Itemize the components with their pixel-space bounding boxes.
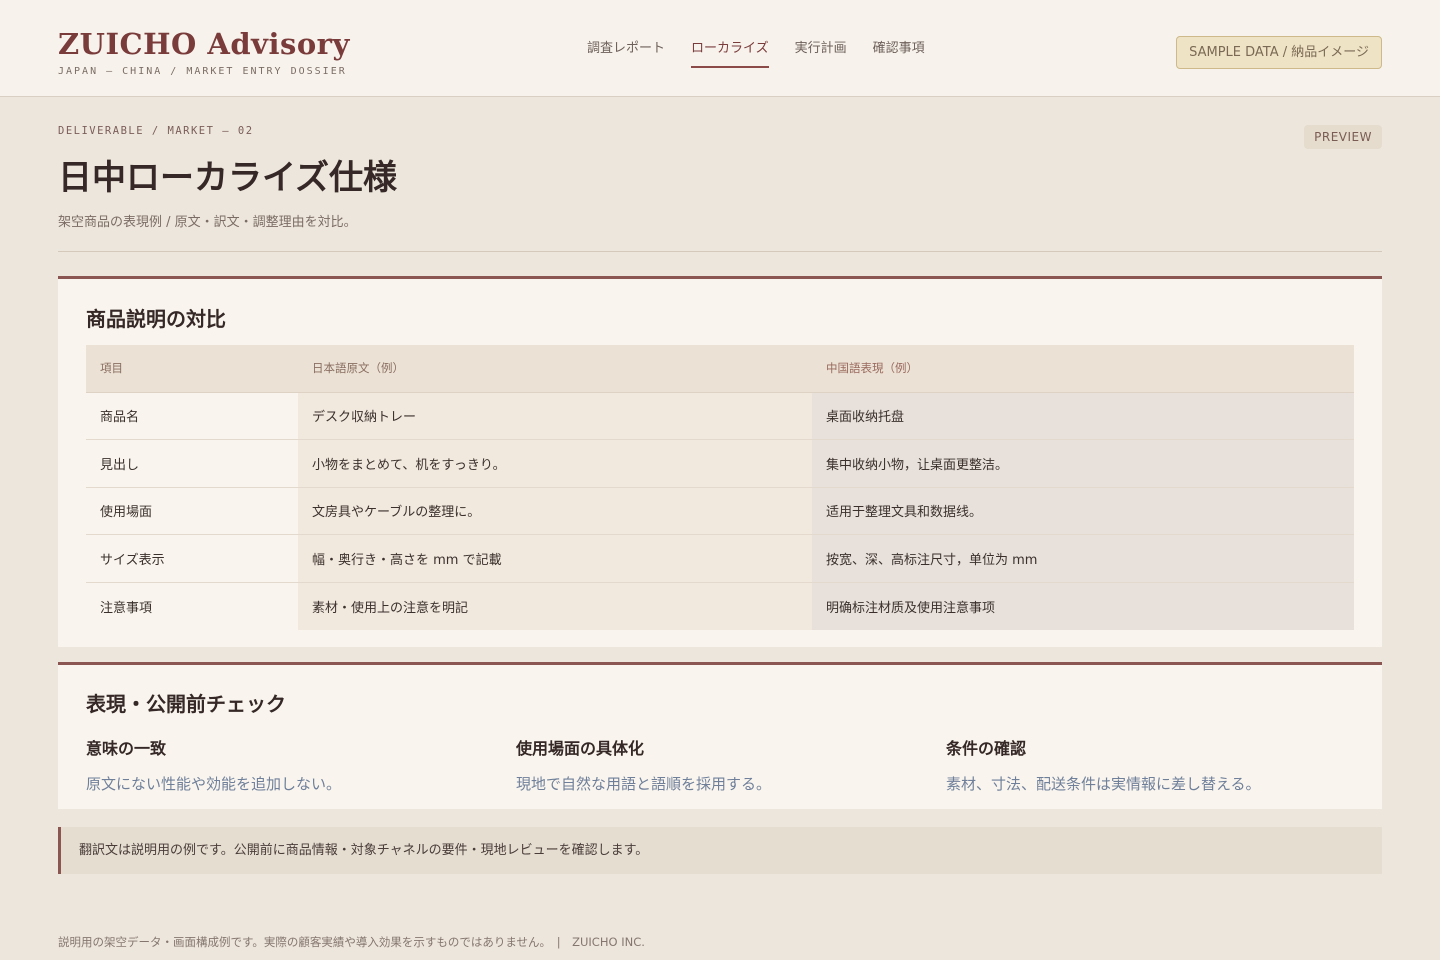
nav-item-research-report[interactable]: 調査レポート — [587, 37, 665, 68]
cell-item: 商品名 — [86, 392, 298, 440]
column-header-item: 項目 — [86, 345, 298, 393]
main-nav: 調査レポート ローカライズ 実行計画 確認事項 — [587, 37, 925, 68]
check-item-text: 素材、寸法、配送条件は実情報に差し替える。 — [946, 775, 1261, 793]
cell-chinese: 适用于整理文具和数据线。 — [812, 487, 1354, 535]
cell-item: 見出し — [86, 439, 298, 488]
check-item-text: 原文にない性能や効能を追加しない。 — [86, 775, 342, 793]
breadcrumb: DELIVERABLE / MARKET — 02 — [58, 125, 254, 137]
cell-japanese: デスク収納トレー — [298, 392, 812, 440]
preview-badge: PREVIEW — [1304, 125, 1382, 149]
table-row: 使用場面 文房具やケーブルの整理に。 适用于整理文具和数据线。 — [86, 487, 1354, 535]
check-card-title: 表現・公開前チェック — [86, 692, 286, 716]
cell-japanese: 素材・使用上の注意を明記 — [298, 582, 812, 630]
brand[interactable]: ZUICHO Advisory JAPAN — CHINA / MARKET E… — [58, 26, 350, 77]
top-header: ZUICHO Advisory JAPAN — CHINA / MARKET E… — [0, 0, 1440, 97]
table-row: サイズ表示 幅・奥行き・高さを mm で記載 按宽、深、高标注尺寸，单位为 mm — [86, 534, 1354, 583]
table-header-row: 項目 日本語原文（例） 中国語表現（例） — [86, 345, 1354, 393]
check-item: 使用場面の具体化 現地で自然な用語と語順を採用する。 — [516, 735, 916, 794]
cell-chinese: 明确标注材质及使用注意事项 — [812, 582, 1354, 630]
check-item-title: 条件の確認 — [946, 739, 1027, 758]
check-item-text: 現地で自然な用語と語順を採用する。 — [516, 775, 772, 793]
brand-name[interactable]: ZUICHO Advisory — [58, 26, 350, 62]
page-title: 日中ローカライズ仕様 — [58, 158, 397, 198]
page-subtitle: 架空商品の表現例 / 原文・訳文・調整理由を対比。 — [58, 215, 357, 230]
check-item-title: 使用場面の具体化 — [516, 739, 645, 758]
check-item-title: 意味の一致 — [86, 739, 167, 758]
cell-japanese: 文房具やケーブルの整理に。 — [298, 487, 812, 535]
check-item: 条件の確認 素材、寸法、配送条件は実情報に差し替える。 — [946, 735, 1346, 794]
sample-data-badge: SAMPLE DATA / 納品イメージ — [1176, 36, 1382, 69]
pre-publish-check-card: 表現・公開前チェック 意味の一致 原文にない性能や効能を追加しない。 使用場面の… — [58, 662, 1382, 809]
cell-chinese: 桌面收纳托盘 — [812, 392, 1354, 440]
table-row: 見出し 小物をまとめて、机をすっきり。 集中收纳小物，让桌面更整洁。 — [86, 439, 1354, 488]
column-header-japanese: 日本語原文（例） — [298, 345, 812, 393]
cell-japanese: 小物をまとめて、机をすっきり。 — [298, 439, 812, 488]
comparison-card-title: 商品説明の対比 — [86, 307, 226, 331]
nav-item-localize[interactable]: ローカライズ — [691, 37, 769, 68]
cell-chinese: 按宽、深、高标注尺寸，单位为 mm — [812, 534, 1354, 583]
nav-item-execution-plan[interactable]: 実行計画 — [795, 37, 847, 68]
table-row: 商品名 デスク収納トレー 桌面收纳托盘 — [86, 392, 1354, 440]
footer: 説明用の架空データ・画面構成例です。実際の顧客実績や導入効果を示すものではありま… — [58, 935, 645, 949]
cell-japanese: 幅・奥行き・高さを mm で記載 — [298, 534, 812, 583]
divider — [58, 251, 1382, 252]
nav-item-confirmation[interactable]: 確認事項 — [873, 37, 925, 68]
disclaimer-note: 翻訳文は説明用の例です。公開前に商品情報・対象チャネルの要件・現地レビューを確認… — [58, 827, 1382, 874]
comparison-table: 項目 日本語原文（例） 中国語表現（例） 商品名 デスク収納トレー 桌面收纳托盘… — [86, 345, 1354, 630]
cell-item: 注意事項 — [86, 582, 298, 630]
comparison-card: 商品説明の対比 項目 日本語原文（例） 中国語表現（例） 商品名 デスク収納トレ… — [58, 276, 1382, 647]
cell-item: サイズ表示 — [86, 534, 298, 583]
table-row: 注意事項 素材・使用上の注意を明記 明确标注材质及使用注意事项 — [86, 582, 1354, 630]
cell-item: 使用場面 — [86, 487, 298, 535]
check-item: 意味の一致 原文にない性能や効能を追加しない。 — [86, 735, 486, 794]
column-header-chinese: 中国語表現（例） — [812, 345, 1354, 393]
cell-chinese: 集中收纳小物，让桌面更整洁。 — [812, 439, 1354, 488]
brand-tagline: JAPAN — CHINA / MARKET ENTRY DOSSIER — [58, 66, 347, 77]
